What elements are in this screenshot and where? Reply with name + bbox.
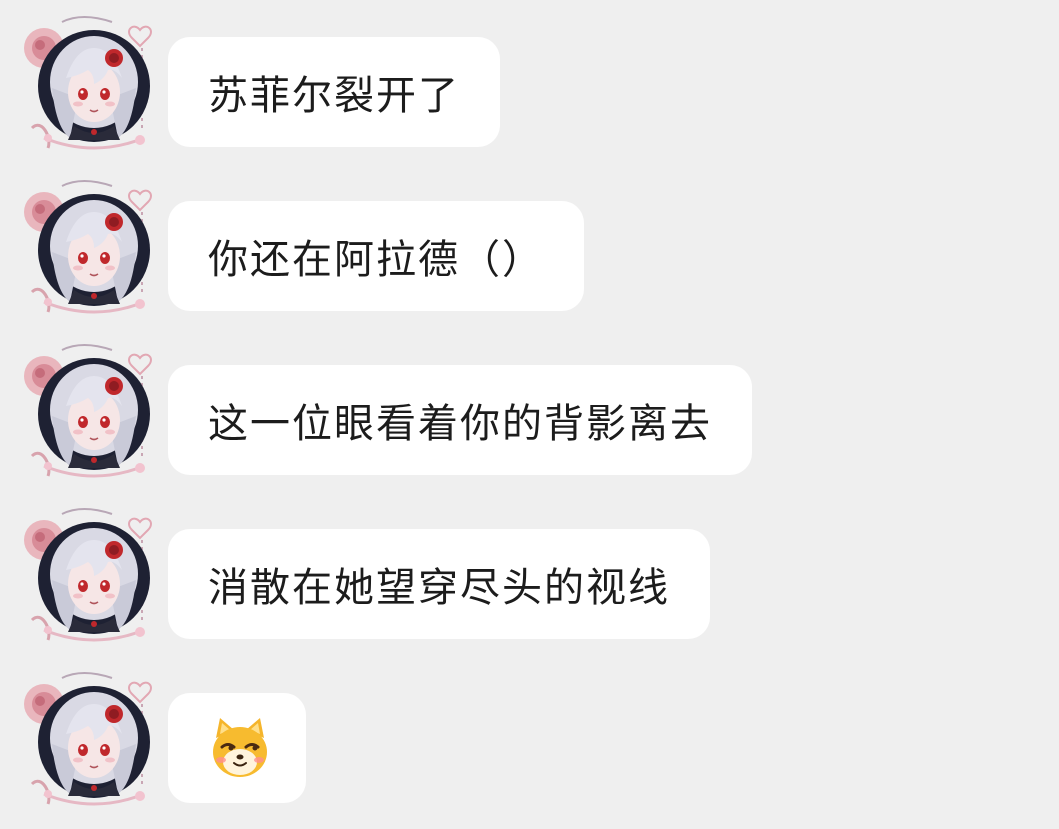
sender-avatar[interactable] (22, 664, 156, 812)
message-bubble[interactable]: 消散在她望穿尽头的视线 (168, 529, 710, 639)
message-row (0, 656, 1059, 820)
sender-avatar[interactable] (22, 8, 156, 156)
message-row: 你还在阿拉德（） (0, 164, 1059, 328)
message-bubble[interactable]: 这一位眼看着你的背影离去 (168, 365, 752, 475)
sender-avatar[interactable] (22, 500, 156, 648)
chat-thread: 苏菲尔裂开了 你还在阿拉德（） 这一位眼看着你的背影离去 消散在她望穿尽头的视线 (0, 0, 1059, 829)
message-row: 这一位眼看着你的背影离去 (0, 328, 1059, 492)
sender-avatar[interactable] (22, 172, 156, 320)
message-text: 你还在阿拉德（） (208, 237, 544, 283)
anime-girl-avatar-icon (22, 172, 156, 320)
message-bubble[interactable]: 苏菲尔裂开了 (168, 37, 500, 147)
anime-girl-avatar-icon (22, 500, 156, 648)
sticker-bubble[interactable] (168, 693, 306, 803)
sender-avatar[interactable] (22, 336, 156, 484)
message-text: 这一位眼看着你的背影离去 (208, 401, 712, 447)
message-text: 苏菲尔裂开了 (208, 73, 460, 119)
message-bubble[interactable]: 你还在阿拉德（） (168, 201, 584, 311)
message-row: 苏菲尔裂开了 (0, 0, 1059, 164)
message-text: 消散在她望穿尽头的视线 (208, 565, 670, 611)
message-row: 消散在她望穿尽头的视线 (0, 492, 1059, 656)
anime-girl-avatar-icon (22, 8, 156, 156)
anime-girl-avatar-icon (22, 664, 156, 812)
anime-girl-avatar-icon (22, 336, 156, 484)
shiba-dog-emoji-icon (213, 718, 267, 777)
